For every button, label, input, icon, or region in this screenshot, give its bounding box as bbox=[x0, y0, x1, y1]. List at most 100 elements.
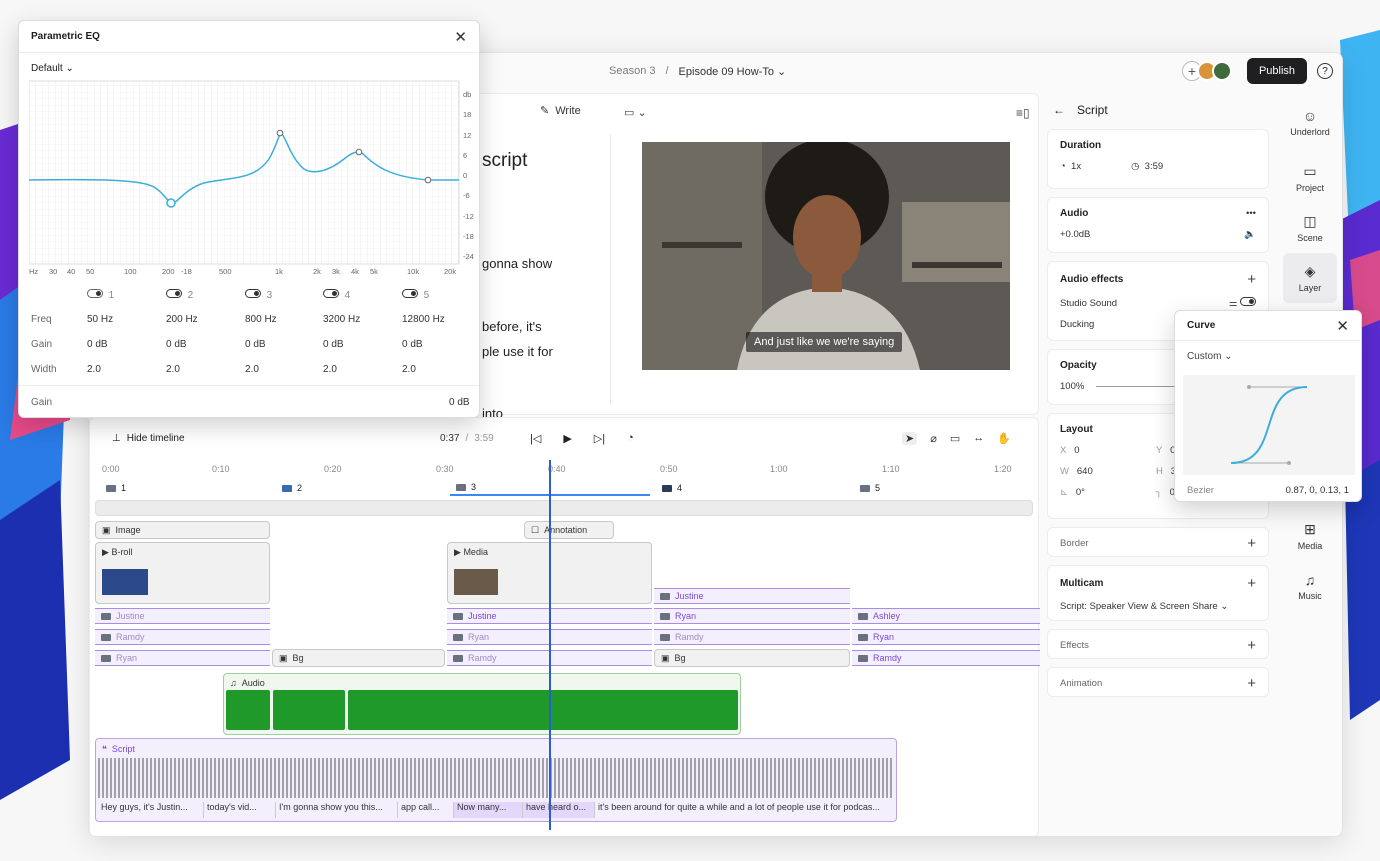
speaker-clip[interactable]: Ramdy bbox=[95, 629, 270, 645]
ripple-tool-icon[interactable]: ▭ bbox=[950, 432, 960, 445]
add-effects-icon[interactable]: + bbox=[1247, 638, 1256, 653]
add-effect-icon[interactable]: + bbox=[1247, 272, 1256, 287]
width-field[interactable]: 640 bbox=[1077, 466, 1093, 477]
write-button[interactable]: ✎ Write bbox=[540, 104, 581, 118]
eq-graph[interactable] bbox=[29, 79, 469, 279]
rail-underlord[interactable]: ☺ Underlord bbox=[1283, 97, 1337, 147]
gain-field[interactable]: 0 dB bbox=[166, 339, 187, 350]
multicam-select[interactable]: Script: Speaker View & Screen Share bbox=[1060, 601, 1218, 612]
duration-field[interactable]: ◷ 3:59 bbox=[1131, 161, 1163, 172]
volume-icon[interactable]: 🔈 bbox=[1244, 229, 1256, 240]
hand-tool-icon[interactable]: ✋ bbox=[997, 432, 1011, 445]
speaker-clip[interactable]: Ashley bbox=[852, 608, 1040, 624]
rail-music[interactable]: ♫ Music bbox=[1283, 561, 1337, 611]
speaker-clip[interactable]: Ramdy bbox=[654, 629, 850, 645]
bg-clip[interactable]: ▣ Bg bbox=[272, 649, 445, 667]
stretch-tool-icon[interactable]: ↔ bbox=[973, 432, 984, 445]
layout-dropdown[interactable]: ▭ ⌄ bbox=[624, 106, 647, 119]
broll-clip[interactable]: ▶ B-roll bbox=[95, 542, 270, 604]
razor-tool-icon[interactable]: ⌀ bbox=[930, 432, 937, 445]
band-toggle[interactable]: 2 bbox=[166, 289, 193, 301]
more-icon[interactable]: ••• bbox=[1246, 208, 1256, 219]
rail-media[interactable]: ⊞ Media bbox=[1283, 511, 1337, 561]
band-toggle[interactable]: 3 bbox=[245, 289, 272, 301]
close-icon[interactable]: ✕ bbox=[454, 28, 467, 46]
close-icon[interactable]: ✕ bbox=[1336, 317, 1349, 335]
publish-button[interactable]: Publish bbox=[1247, 58, 1307, 84]
add-multicam-icon[interactable]: + bbox=[1247, 576, 1256, 591]
skip-forward-icon[interactable]: ▷| bbox=[594, 432, 605, 445]
band-toggle[interactable]: 4 bbox=[323, 289, 350, 301]
crumb-episode[interactable]: Episode 09 How-To ⌄ bbox=[679, 65, 787, 78]
freq-field[interactable]: 800 Hz bbox=[245, 314, 277, 325]
speaker-clip[interactable]: Ryan bbox=[95, 650, 270, 666]
width-field[interactable]: 2.0 bbox=[166, 364, 180, 375]
skip-back-icon[interactable]: |◁ bbox=[530, 432, 541, 445]
scene-marker[interactable]: 4 bbox=[656, 480, 846, 496]
script-chunk[interactable]: I'm gonna show you this... bbox=[276, 802, 398, 818]
script-line[interactable]: ple use it for bbox=[482, 344, 553, 359]
rotation-field[interactable]: 0° bbox=[1076, 487, 1085, 498]
script-chunk[interactable]: Hey guys, it's Justin... bbox=[98, 802, 204, 818]
annotation-clip[interactable]: ☐ Annotation bbox=[524, 521, 614, 539]
width-field[interactable]: 2.0 bbox=[402, 364, 416, 375]
freq-field[interactable]: 200 Hz bbox=[166, 314, 198, 325]
playhead[interactable] bbox=[549, 460, 551, 830]
script-chunk[interactable]: Now many... bbox=[454, 802, 523, 818]
freq-field[interactable]: 12800 Hz bbox=[402, 314, 445, 325]
scene-marker[interactable]: 2 bbox=[276, 480, 446, 496]
speed-icon[interactable]: ◔ bbox=[627, 432, 634, 445]
sliders-icon[interactable]: ⚌ bbox=[1229, 298, 1238, 309]
speaker-clip[interactable]: Justine bbox=[95, 608, 270, 624]
script-line[interactable]: gonna show bbox=[482, 256, 552, 271]
gain-field[interactable]: 0 dB bbox=[245, 339, 266, 350]
speaker-clip[interactable]: Ramdy bbox=[852, 650, 1040, 666]
width-field[interactable]: 2.0 bbox=[87, 364, 101, 375]
freq-field[interactable]: 50 Hz bbox=[87, 314, 113, 325]
help-icon[interactable]: ? bbox=[1317, 63, 1333, 79]
eq-preset-dropdown[interactable]: Default ⌄ bbox=[31, 63, 74, 74]
speaker-clip[interactable]: Justine bbox=[654, 588, 850, 604]
width-field[interactable]: 2.0 bbox=[323, 364, 337, 375]
add-animation-icon[interactable]: + bbox=[1247, 676, 1256, 691]
script-chunk[interactable]: it's been around for quite a while and a… bbox=[595, 802, 894, 818]
crumb-season[interactable]: Season 3 bbox=[609, 65, 655, 78]
audio-gain[interactable]: +0.0dB bbox=[1060, 229, 1090, 240]
studio-sound-toggle[interactable] bbox=[1240, 297, 1256, 306]
total-gain-value[interactable]: 0 dB bbox=[449, 397, 470, 408]
scene-marker[interactable]: 5 bbox=[854, 480, 1034, 496]
add-border-icon[interactable]: + bbox=[1247, 536, 1256, 551]
back-arrow-icon[interactable]: ← bbox=[1053, 103, 1065, 117]
speed-field[interactable]: ◔ 1x bbox=[1060, 161, 1081, 172]
band-toggle[interactable]: 5 bbox=[402, 289, 429, 301]
curve-preset-dropdown[interactable]: Custom ⌄ bbox=[1187, 351, 1233, 362]
script-chunk[interactable]: today's vid... bbox=[204, 802, 276, 818]
gain-field[interactable]: 0 dB bbox=[402, 339, 423, 350]
rail-project[interactable]: ▭ Project bbox=[1283, 153, 1337, 203]
rail-layer[interactable]: ◈ Layer bbox=[1283, 253, 1337, 303]
avatar[interactable] bbox=[1212, 61, 1232, 81]
rail-scene[interactable]: ◫ Scene bbox=[1283, 203, 1337, 253]
opacity-value[interactable]: 100% bbox=[1060, 381, 1084, 392]
hide-timeline-button[interactable]: ⊥ Hide timeline bbox=[112, 433, 185, 444]
speaker-clip[interactable]: Ryan bbox=[852, 629, 1040, 645]
script-chunk[interactable]: app call... bbox=[398, 802, 454, 818]
band-toggle[interactable]: 1 bbox=[87, 289, 114, 301]
play-icon[interactable]: ▶ bbox=[563, 432, 571, 445]
video-preview[interactable]: And just like we we're saying bbox=[642, 142, 1010, 370]
x-field[interactable]: 0 bbox=[1074, 445, 1079, 456]
image-clip[interactable]: ▣ Image bbox=[95, 521, 270, 539]
panel-toggle-icon[interactable]: ≡▯ bbox=[1016, 106, 1030, 120]
script-line[interactable]: before, it's bbox=[482, 319, 542, 334]
scene-marker[interactable]: 1 bbox=[100, 480, 270, 496]
select-tool-icon[interactable]: ➤ bbox=[902, 431, 918, 445]
width-field[interactable]: 2.0 bbox=[245, 364, 259, 375]
script-chunk[interactable]: have heard o... bbox=[523, 802, 595, 818]
gain-field[interactable]: 0 dB bbox=[323, 339, 344, 350]
speaker-clip[interactable]: Ryan bbox=[654, 608, 850, 624]
freq-field[interactable]: 3200 Hz bbox=[323, 314, 360, 325]
bg-clip[interactable]: ▣ Bg bbox=[654, 649, 850, 667]
gain-field[interactable]: 0 dB bbox=[87, 339, 108, 350]
bezier-value[interactable]: 0.87, 0, 0.13, 1 bbox=[1286, 485, 1349, 496]
bezier-graph[interactable] bbox=[1183, 375, 1355, 475]
